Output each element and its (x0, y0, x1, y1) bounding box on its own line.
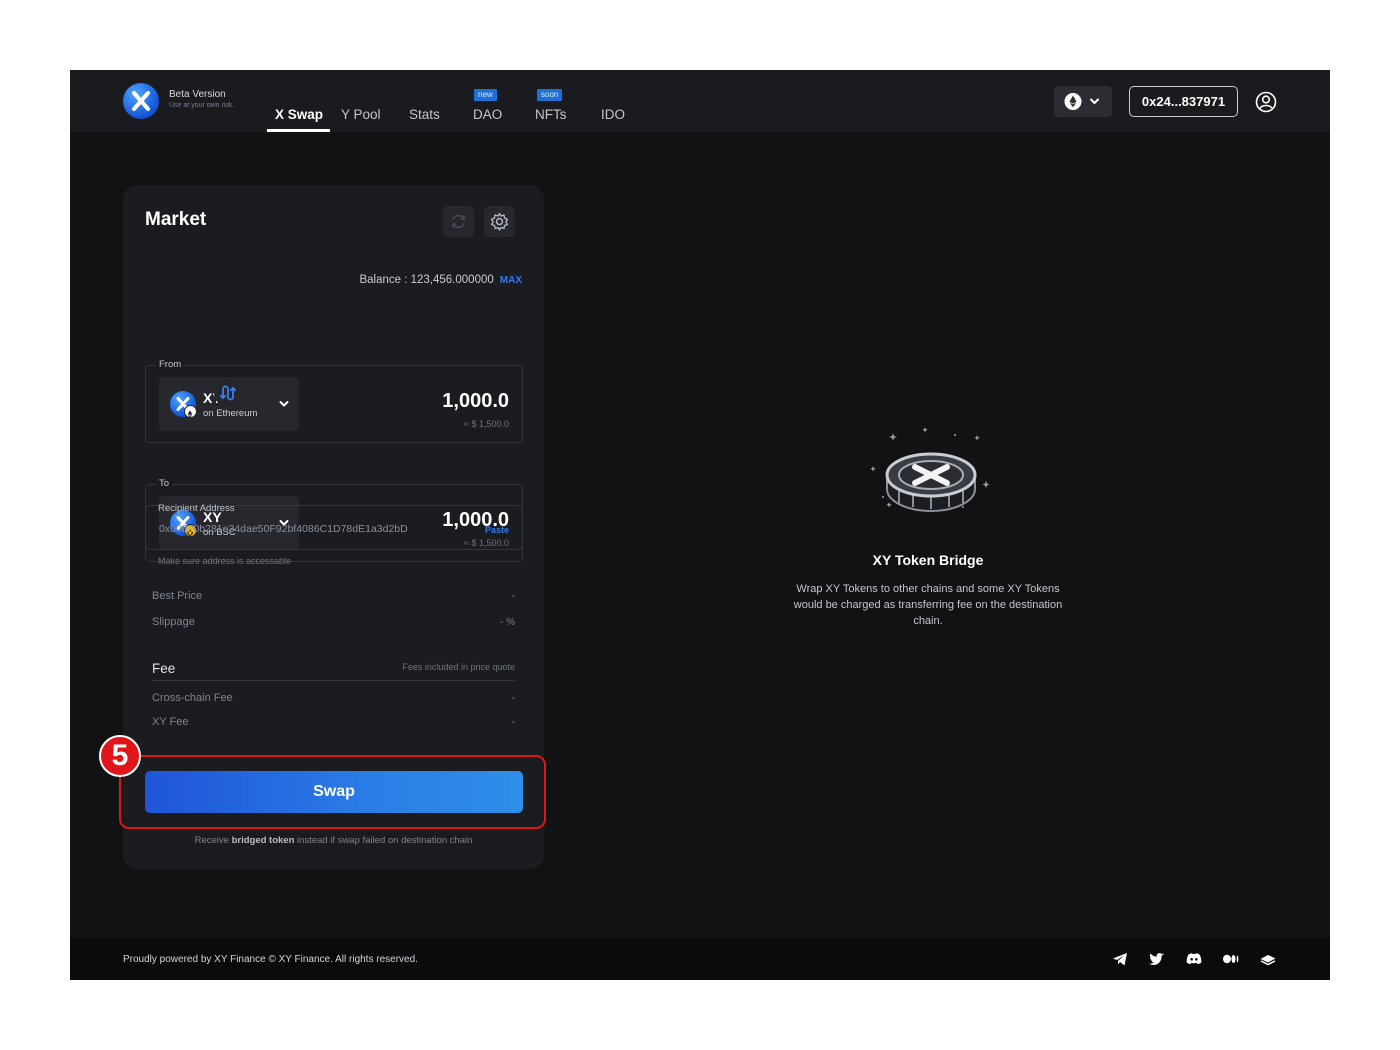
paste-button[interactable]: Paste (485, 525, 509, 535)
to-label: To (156, 478, 173, 489)
beta-version-label: Beta Version (169, 89, 226, 100)
active-tab-indicator (267, 129, 330, 132)
slippage-value: - % (500, 617, 515, 628)
from-label: From (156, 359, 185, 370)
step-number-badge: 5 (99, 735, 141, 777)
refresh-icon (452, 214, 465, 229)
slippage-label: Slippage (152, 616, 195, 628)
xy-fee-value: - (511, 717, 515, 728)
from-token-box: From XY on Ethereum 1,000.0 ≈ $ 1,500.0 (145, 359, 523, 443)
fee-heading: Fee (152, 661, 176, 676)
network-selector-button[interactable] (1054, 86, 1112, 117)
discord-icon[interactable] (1185, 950, 1203, 968)
xy-finance-logo[interactable] (123, 83, 159, 119)
wallet-address-button[interactable]: 0x24...837971 (1129, 86, 1238, 117)
balance-text: Balance : 123,456.000000 (359, 274, 494, 286)
xy-fee-label: XY Fee (152, 716, 189, 728)
switch-direction-button[interactable] (214, 379, 242, 407)
ethereum-chain-icon (184, 405, 197, 418)
telegram-icon[interactable] (1111, 950, 1129, 968)
nav-nfts[interactable]: NFTs (535, 107, 567, 122)
divider (152, 680, 515, 681)
medium-icon[interactable] (1222, 950, 1240, 968)
account-icon[interactable] (1255, 91, 1277, 113)
best-price-value: - (511, 591, 515, 602)
new-badge: new (474, 89, 497, 101)
gear-icon (490, 212, 509, 231)
nav-x-swap[interactable]: X Swap (275, 107, 323, 122)
cross-chain-fee-label: Cross-chain Fee (152, 692, 233, 704)
recipient-hint: Make sure address is accessable (158, 556, 292, 566)
nav-y-pool[interactable]: Y Pool (341, 107, 381, 122)
fee-note: Fees included in price quote (402, 662, 515, 672)
soon-badge: soon (537, 89, 563, 101)
swap-note-suffix: instead if swap failed on destination ch… (297, 835, 473, 846)
bridge-title: XY Token Bridge (872, 552, 984, 568)
nav-ido[interactable]: IDO (601, 107, 625, 122)
card-title: Market (145, 209, 207, 230)
swap-note-bold: bridged token (231, 835, 295, 846)
from-amount-input[interactable]: 1,000.0 (442, 390, 509, 413)
app-window: Beta Version Use at your own risk. X Swa… (70, 70, 1330, 980)
step-highlight-box (119, 755, 546, 829)
balance-row: Balance : 123,456.000000 MAX (359, 274, 522, 286)
cross-chain-fee-value: - (511, 693, 515, 704)
swap-note-prefix: Receive (194, 835, 229, 846)
ethereum-icon (1064, 93, 1099, 110)
beta-warning-text: Use at your own risk. (169, 102, 235, 109)
gitbook-icon[interactable] (1259, 950, 1277, 968)
nav-stats[interactable]: Stats (409, 107, 440, 122)
bridge-description: Wrap XY Tokens to other chains and some … (793, 583, 1063, 627)
from-token-chain: on Ethereum (203, 408, 258, 419)
footer: Proudly powered by XY Finance © XY Finan… (70, 938, 1330, 980)
recipient-address-input[interactable]: 0x00620b281e34dae50F92bf4086C1D78dE1a3d2… (159, 523, 408, 535)
from-usd-value: ≈ $ 1,500.0 (464, 419, 509, 429)
max-button[interactable]: MAX (500, 275, 522, 286)
recipient-address-label: Recipient Address (158, 503, 235, 514)
nav-dao[interactable]: DAO (473, 107, 502, 122)
best-price-label: Best Price (152, 590, 203, 602)
token-coin-illustration (870, 427, 990, 512)
footer-copyright: Proudly powered by XY Finance © XY Finan… (123, 954, 418, 965)
top-navigation-bar: Beta Version Use at your own risk. X Swa… (70, 70, 1330, 132)
swap-arrows-icon (219, 385, 237, 401)
refresh-button[interactable] (443, 206, 474, 237)
twitter-icon[interactable] (1148, 950, 1166, 968)
chevron-down-icon (279, 401, 289, 407)
settings-button[interactable] (484, 206, 515, 237)
swap-fallback-note: Receive bridged token instead if swap fa… (123, 835, 544, 846)
